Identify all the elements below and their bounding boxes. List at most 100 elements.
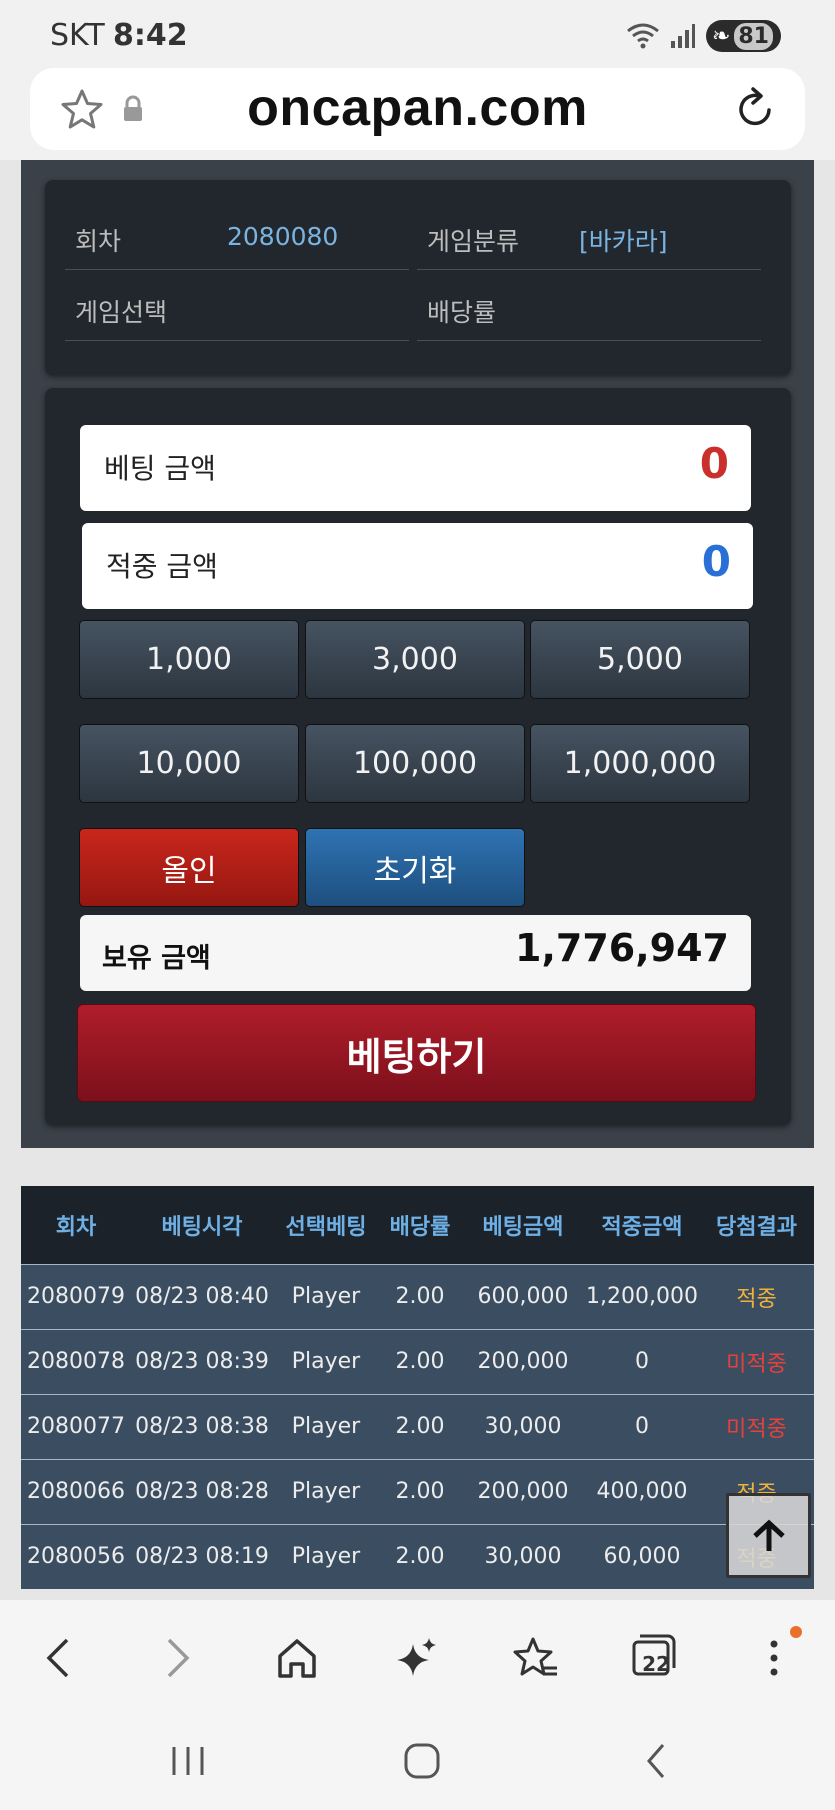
- back-icon: [46, 1638, 69, 1678]
- chip-button[interactable]: 5,000: [530, 620, 750, 699]
- more-button[interactable]: [746, 1626, 802, 1686]
- cell-selection: Player: [273, 1328, 379, 1394]
- cell-result: 미적중: [699, 1393, 814, 1459]
- cell-selection: Player: [273, 1393, 379, 1459]
- header-round: 회차: [21, 1186, 131, 1264]
- cell-odds: 2.00: [379, 1328, 461, 1394]
- wifi-icon: [627, 23, 659, 49]
- cell-odds: 2.00: [379, 1458, 461, 1524]
- cell-bet-amount: 600,000: [461, 1263, 585, 1329]
- round-cell: 회차 2080080: [65, 200, 409, 270]
- system-navigation-bar: [0, 1712, 835, 1810]
- cell-odds: 2.00: [379, 1263, 461, 1329]
- back-nav-button[interactable]: [628, 1736, 684, 1786]
- tabs-button[interactable]: 22: [628, 1630, 684, 1686]
- cell-odds: 2.00: [379, 1393, 461, 1459]
- balance-box: 보유 금액 1,776,947: [80, 915, 751, 991]
- cell-bet-time: 08/23 08:38: [131, 1393, 273, 1459]
- clock: 8:42: [113, 18, 188, 53]
- header-result: 당첨결과: [699, 1186, 814, 1264]
- category-label: 게임분류: [427, 227, 520, 256]
- recent-apps-button[interactable]: [160, 1736, 216, 1786]
- home-nav-button[interactable]: [394, 1736, 450, 1786]
- table-header-row: 회차 베팅시각 선택베팅 배당률 베팅금액 적중금액 당첨결과: [21, 1186, 814, 1264]
- cell-win-amount: 1,200,000: [585, 1263, 699, 1329]
- chip-button[interactable]: 3,000: [305, 620, 525, 699]
- table-row: 2080079 08/23 08:40 Player 2.00 600,000 …: [21, 1263, 814, 1329]
- tab-count: 22: [642, 1652, 670, 1676]
- cell-bet-amount: 200,000: [461, 1328, 585, 1394]
- leaf-icon: ❧: [711, 23, 731, 49]
- back-button[interactable]: [30, 1630, 86, 1686]
- win-amount-label: 적중 금액: [106, 550, 218, 583]
- assistant-button[interactable]: [389, 1630, 445, 1686]
- back-nav-icon: [647, 1744, 665, 1778]
- reset-button[interactable]: 초기화: [305, 828, 525, 907]
- bet-amount-value: 0: [699, 439, 729, 488]
- cell-selection: Player: [273, 1523, 379, 1589]
- address-bar[interactable]: oncapan.com: [30, 68, 805, 150]
- chip-button[interactable]: 1,000: [79, 620, 299, 699]
- cell-round: 2080079: [21, 1263, 131, 1329]
- cell-win-amount: 60,000: [585, 1523, 699, 1589]
- cell-win-amount: 400,000: [585, 1458, 699, 1524]
- cell-round: 2080056: [21, 1523, 131, 1589]
- cell-win-amount: 0: [585, 1328, 699, 1394]
- category-cell: 게임분류 [바카라]: [417, 200, 761, 270]
- bookmarks-button[interactable]: [508, 1630, 564, 1686]
- table-row: 2080077 08/23 08:38 Player 2.00 30,000 0…: [21, 1393, 814, 1459]
- reload-icon[interactable]: [733, 86, 777, 132]
- table-row: 2080078 08/23 08:39 Player 2.00 200,000 …: [21, 1328, 814, 1394]
- chip-button[interactable]: 1,000,000: [530, 724, 750, 803]
- odds-cell: 배당률: [417, 271, 761, 341]
- cell-bet-amount: 200,000: [461, 1458, 585, 1524]
- header-selection: 선택베팅: [273, 1186, 379, 1264]
- home-nav-icon: [404, 1743, 440, 1779]
- carrier-label: SKT: [50, 18, 105, 53]
- table-row: 2080066 08/23 08:28 Player 2.00 200,000 …: [21, 1458, 814, 1524]
- cell-round: 2080066: [21, 1458, 131, 1524]
- cell-selection: Player: [273, 1263, 379, 1329]
- all-in-button[interactable]: 올인: [79, 828, 299, 907]
- cell-bet-time: 08/23 08:19: [131, 1523, 273, 1589]
- game-select-cell: 게임선택: [65, 271, 409, 341]
- round-label: 회차: [75, 227, 122, 256]
- table-row: 2080056 08/23 08:19 Player 2.00 30,000 6…: [21, 1523, 814, 1589]
- header-odds: 배당률: [379, 1186, 461, 1264]
- more-icon: [770, 1640, 778, 1676]
- url-text[interactable]: oncapan.com: [30, 78, 805, 138]
- chip-button[interactable]: 100,000: [305, 724, 525, 803]
- cell-bet-amount: 30,000: [461, 1393, 585, 1459]
- status-icons: ❧ 81: [626, 20, 781, 52]
- cell-result: 미적중: [699, 1328, 814, 1394]
- sparkle-icon: [397, 1638, 436, 1676]
- scroll-to-top-button[interactable]: [726, 1493, 811, 1578]
- round-value: 2080080: [227, 222, 339, 251]
- status-bar: SKT 8:42 ❧ 81: [0, 0, 835, 68]
- info-row: 회차 2080080 게임분류 [바카라]: [65, 200, 771, 270]
- arrow-up-icon: [752, 1519, 785, 1551]
- forward-button[interactable]: [150, 1630, 206, 1686]
- balance-value: 1,776,947: [515, 926, 729, 970]
- battery-level: 81: [734, 22, 773, 50]
- chip-button[interactable]: 10,000: [79, 724, 299, 803]
- header-bet-amount: 베팅금액: [461, 1186, 585, 1264]
- game-select-label: 게임선택: [75, 298, 168, 327]
- cell-bet-amount: 30,000: [461, 1523, 585, 1589]
- info-row: 게임선택 배당률: [65, 271, 771, 341]
- home-icon: [278, 1639, 316, 1678]
- cell-bet-time: 08/23 08:28: [131, 1458, 273, 1524]
- cell-win-amount: 0: [585, 1393, 699, 1459]
- signal-icon: [670, 24, 695, 48]
- win-amount-value: 0: [701, 537, 731, 586]
- cell-selection: Player: [273, 1458, 379, 1524]
- bet-amount-label: 베팅 금액: [104, 452, 216, 485]
- battery-indicator: ❧ 81: [705, 20, 781, 52]
- notification-dot: [790, 1626, 802, 1638]
- home-button[interactable]: [269, 1630, 325, 1686]
- cell-odds: 2.00: [379, 1523, 461, 1589]
- place-bet-button[interactable]: 베팅하기: [77, 1004, 756, 1102]
- category-value: [바카라]: [579, 227, 668, 256]
- cell-result: 적중: [699, 1263, 814, 1329]
- bookmarks-icon: [513, 1637, 557, 1676]
